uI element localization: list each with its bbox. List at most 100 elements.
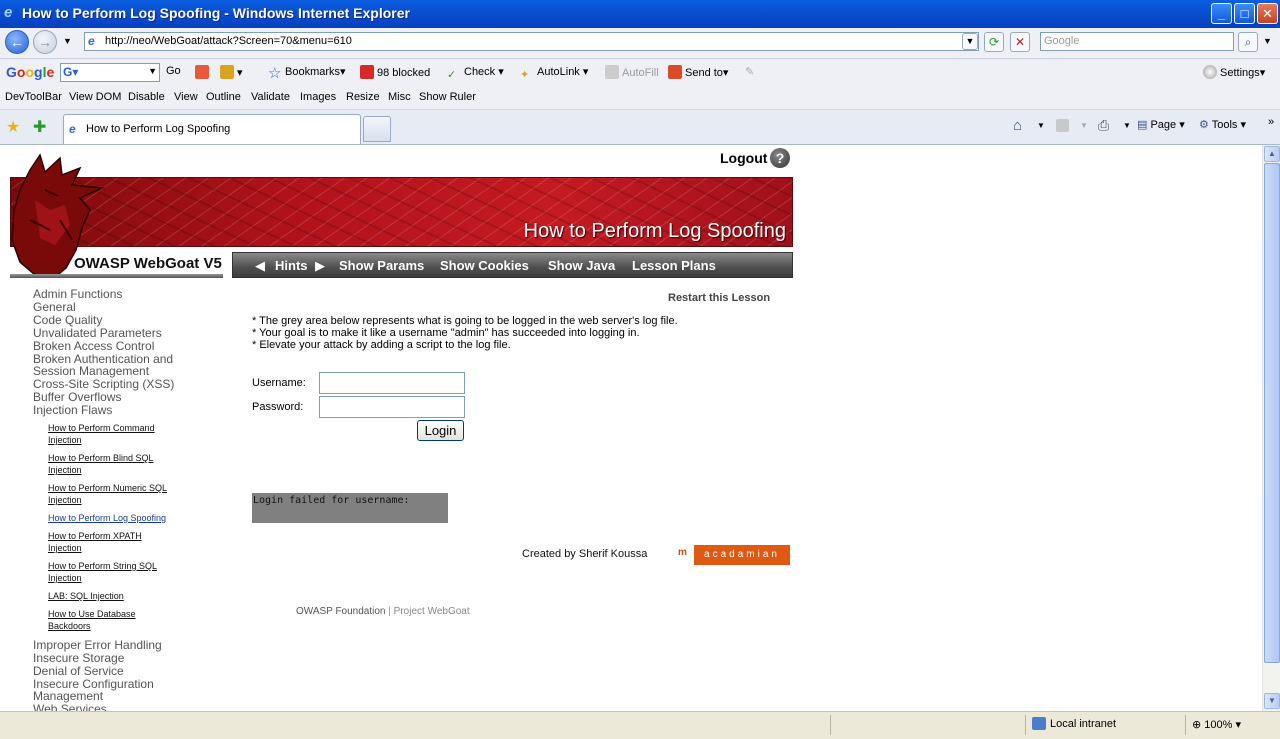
nav-denial-of-service[interactable]: Denial of Service [33,664,124,678]
search-icon[interactable]: ⌕ [1238,32,1258,52]
nav-code-quality[interactable]: Code Quality [33,313,102,327]
lesson-plans-button[interactable]: Lesson Plans [632,258,716,273]
username-input[interactable] [319,372,465,394]
nav-session-management[interactable]: Session Management [33,364,149,378]
show-java-button[interactable]: Show Java [548,258,615,273]
autofill-button[interactable]: AutoFill [605,65,659,79]
nav-improper-error-handling[interactable]: Improper Error Handling [33,638,162,652]
previous-hint-icon[interactable]: ◀ [255,258,265,274]
nav-unvalidated-parameters[interactable]: Unvalidated Parameters [33,326,162,340]
show-cookies-button[interactable]: Show Cookies [440,258,529,273]
google-dropdown-icon[interactable]: ▼ [148,66,157,76]
scroll-up-icon[interactable]: ▲ [1264,146,1280,162]
view-dom-button[interactable]: View DOM [69,91,121,103]
nav-buffer-overflows[interactable]: Buffer Overflows [33,390,121,404]
pencil-icon[interactable]: ✎ [745,65,754,78]
scroll-thumb[interactable] [1264,163,1280,663]
home-dropdown-icon[interactable]: ▼ [1037,121,1045,130]
back-button[interactable]: ← [5,30,29,54]
refresh-icon[interactable]: ⟳ [984,32,1004,52]
acadamian-logo[interactable]: m acadamian [678,545,790,565]
tab-active[interactable]: e How to Perform Log Spoofing [63,114,361,144]
settings-button[interactable]: Settings▾ [1203,65,1265,79]
instruction-1: * The grey area below represents what is… [252,315,678,327]
view-menu[interactable]: View [174,91,198,103]
address-row: ← → ▼ e http://neo/WebGoat/attack?Screen… [0,28,1280,59]
toolbar-overflow-icon[interactable]: » [1268,116,1274,128]
nav-sub-command-injection[interactable]: How to Perform Command Injection [48,422,155,446]
nav-sub-log-spoofing[interactable]: How to Perform Log Spoofing [48,512,166,524]
nav-sub-numeric-sql[interactable]: How to Perform Numeric SQL Injection [48,482,167,506]
nav-admin-functions[interactable]: Admin Functions [33,287,122,301]
google-search-input[interactable]: G▾ ▼ [60,63,160,82]
nav-injection-flaws[interactable]: Injection Flaws [33,403,112,417]
feeds-icon[interactable] [1056,119,1069,132]
misc-menu[interactable]: Misc [388,91,411,103]
show-ruler-button[interactable]: Show Ruler [419,91,476,103]
new-tab-button[interactable] [363,116,391,142]
send-to-button[interactable]: Send to▾ [668,65,728,79]
validate-menu[interactable]: Validate [251,91,290,103]
print-icon[interactable]: ⎙ [1098,117,1109,134]
minimize-button[interactable]: _ [1211,3,1232,24]
show-params-button[interactable]: Show Params [339,258,424,273]
tab-row: ★ ✚ e How to Perform Log Spoofing ⌂ ▼ ▼ … [0,110,1280,145]
disable-menu[interactable]: Disable [128,91,165,103]
address-bar[interactable]: e http://neo/WebGoat/attack?Screen=70&me… [84,32,979,51]
popup-blocked-button[interactable]: 98 blocked [360,65,430,79]
nav-general[interactable]: General [33,300,76,314]
address-url[interactable]: http://neo/WebGoat/attack?Screen=70&menu… [105,35,352,47]
nav-sub-string-sql[interactable]: How to Perform String SQL Injection [48,560,157,584]
nav-sub-xpath[interactable]: How to Perform XPATH Injection [48,530,142,554]
page-menu[interactable]: ▤ Page ▾ [1137,118,1185,131]
addon-icon[interactable]: ▾ [220,65,243,79]
outline-menu[interactable]: Outline [206,91,241,103]
address-dropdown-icon[interactable]: ▼ [962,33,978,50]
feeds-dropdown-icon[interactable]: ▼ [1080,121,1088,130]
search-input[interactable]: Google [1040,32,1234,51]
search-options-icon[interactable]: ▼ [1263,36,1272,46]
scroll-down-icon[interactable]: ▼ [1264,693,1280,709]
footer-webgoat-link[interactable]: Project WebGoat [394,606,470,617]
login-button[interactable]: Login [417,420,464,441]
nav-sub-db-backdoors[interactable]: How to Use Database Backdoors [48,608,136,632]
security-zone[interactable]: Local intranet [1050,718,1116,730]
stop-icon[interactable]: ✕ [1010,32,1030,52]
add-favorites-icon[interactable]: ✚ [33,117,46,137]
next-hint-icon[interactable]: ▶ [315,258,325,274]
news-icon[interactable] [195,65,212,79]
help-icon[interactable]: ? [770,148,790,168]
nav-broken-access-control[interactable]: Broken Access Control [33,339,154,353]
google-go-button[interactable]: Go [166,65,181,77]
zoom-control[interactable]: ⊕ 100% ▾ [1192,718,1241,731]
images-menu[interactable]: Images [300,91,336,103]
close-button[interactable]: ✕ [1257,3,1278,24]
favorites-star-icon[interactable]: ★ [6,117,20,137]
resize-menu[interactable]: Resize [346,91,380,103]
spell-check-button[interactable]: ✓ Check ▾ [447,65,504,82]
maximize-button[interactable]: □ [1234,3,1255,24]
home-icon[interactable]: ⌂ [1013,117,1022,134]
nav-web-services[interactable]: Web Services [33,702,107,711]
forward-button[interactable]: → [33,30,57,54]
hints-button[interactable]: Hints [275,258,308,273]
nav-sub-blind-sql[interactable]: How to Perform Blind SQL Injection [48,452,154,476]
autofill-icon [605,65,619,79]
print-dropdown-icon[interactable]: ▼ [1123,121,1131,130]
recent-pages-dropdown-icon[interactable]: ▼ [63,36,72,46]
nav-xss[interactable]: Cross-Site Scripting (XSS) [33,377,174,391]
nav-management[interactable]: Management [33,689,103,703]
password-input[interactable] [319,396,465,418]
restart-lesson-link[interactable]: Restart this Lesson [668,292,770,304]
vertical-scrollbar[interactable]: ▲ ▼ [1262,145,1280,711]
status-bar: Local intranet ⊕ 100% ▾ [0,711,1280,739]
gear-icon: ⚙ [1199,119,1209,131]
nav-insecure-storage[interactable]: Insecure Storage [33,651,124,665]
nav-sub-lab-sql[interactable]: LAB: SQL Injection [48,590,124,602]
logout-link[interactable]: Logout [720,150,767,166]
footer-owasp-link[interactable]: OWASP Foundation [296,606,386,617]
bookmarks-button[interactable]: ☆ Bookmarks▾ [268,65,346,81]
tools-menu[interactable]: ⚙ Tools ▾ [1199,118,1246,131]
brand-name: OWASP WebGoat V5 [74,255,222,272]
autolink-button[interactable]: ✦ AutoLink ▾ [520,65,588,82]
